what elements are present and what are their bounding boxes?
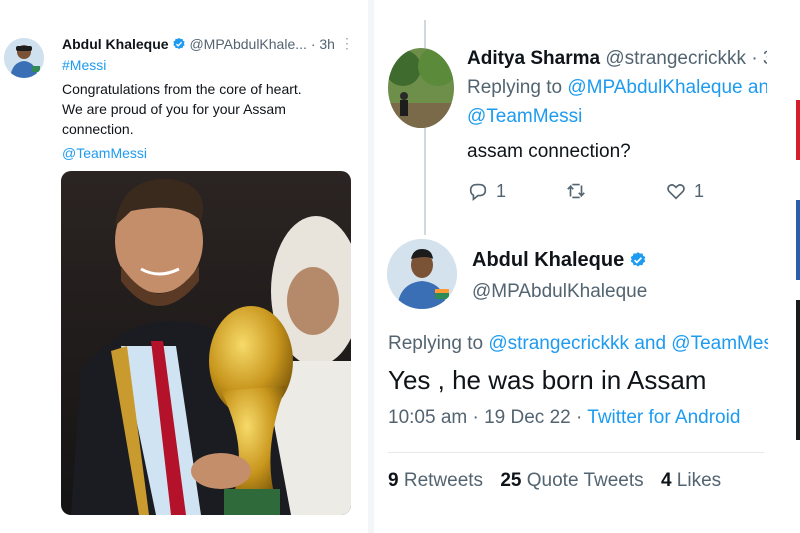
tweet-timestamp[interactable]: 10:05 am · 19 Dec 22 · [388,407,582,428]
replier-header: Aditya Sharma @strangecrickkk · 3 [467,48,767,70]
author-name: Abdul Khaleque [472,249,647,272]
tweet-text-line: connection. [62,121,134,137]
edge-decoration [796,300,800,440]
tweet-text-line: We are proud of you for your Assam [62,101,286,117]
mention-link[interactable]: @MPAbdulKhaleque anc [567,77,767,98]
edge-decoration [796,200,800,280]
author-name[interactable]: Abdul Khaleque [62,36,169,52]
like-count: 1 [694,180,705,201]
retweet-icon [567,183,585,199]
tweet-meta: 10:05 am · 19 Dec 22 · Twitter for Andro… [388,407,740,429]
reply-icon [469,183,487,201]
tweet-text: Congratulations from the core of heart. … [62,79,352,139]
retweets-stat[interactable]: 9 Retweets [388,470,483,491]
panel-divider [368,0,374,533]
replier-handle[interactable]: @strangecrickkk · 3 [605,48,767,69]
quote-tweets-label: Quote Tweets [526,470,644,491]
author-avatar[interactable] [387,239,457,309]
author-name-text[interactable]: Abdul Khaleque [472,249,624,271]
mention-link[interactable]: @strangecrickkk and @TeamMess [488,333,768,354]
mention-link[interactable]: @TeamMessi [62,145,147,161]
author-handle[interactable]: @MPAbdulKhale... [189,36,306,52]
divider [388,452,764,453]
verified-badge-icon [172,37,185,50]
replying-to: Replying to @strangecrickkk and @TeamMes… [388,333,768,355]
replier-avatar[interactable] [388,48,454,128]
tweet-text-line: Congratulations from the core of heart. [62,81,302,97]
reply-count: 1 [496,180,507,201]
author-handle[interactable]: @MPAbdulKhaleque [472,281,647,303]
author-avatar[interactable] [4,38,44,78]
tweet-stats: 9 Retweets 25 Quote Tweets 4 Likes [388,470,733,492]
mention-link[interactable]: @TeamMessi [467,106,582,128]
likes-label: Likes [676,470,722,491]
reply-button[interactable]: 1 [467,180,506,202]
retweet-button[interactable] [565,180,594,202]
tweet-source[interactable]: Twitter for Android [587,407,740,428]
like-icon [667,184,685,200]
replying-prefix: Replying to [467,77,563,98]
replying-to: Replying to @MPAbdulKhaleque anc [467,77,767,99]
quote-tweets-stat[interactable]: 25 Quote Tweets [500,470,643,491]
tweet-time[interactable]: · 3h [311,36,335,52]
more-icon[interactable]: ⋮ [340,35,354,52]
main-tweet-text: Yes , he was born in Assam [388,365,707,395]
replier-name[interactable]: Aditya Sharma [467,48,600,69]
edge-decoration [796,100,800,160]
replying-prefix: Replying to [388,333,484,354]
tweet-photo[interactable] [61,171,351,515]
likes-stat[interactable]: 4 Likes [661,470,721,491]
retweets-count: 9 [388,470,399,491]
verified-badge-icon [630,252,646,267]
quote-tweets-count: 25 [500,470,522,491]
tweet-header: Abdul Khaleque @MPAbdulKhale... · 3h [62,36,335,52]
like-button[interactable]: 1 [665,180,704,202]
retweets-label: Retweets [403,470,484,491]
likes-count: 4 [660,470,672,491]
hashtag-link[interactable]: #Messi [62,57,106,73]
reply-text: assam connection? [467,141,631,162]
